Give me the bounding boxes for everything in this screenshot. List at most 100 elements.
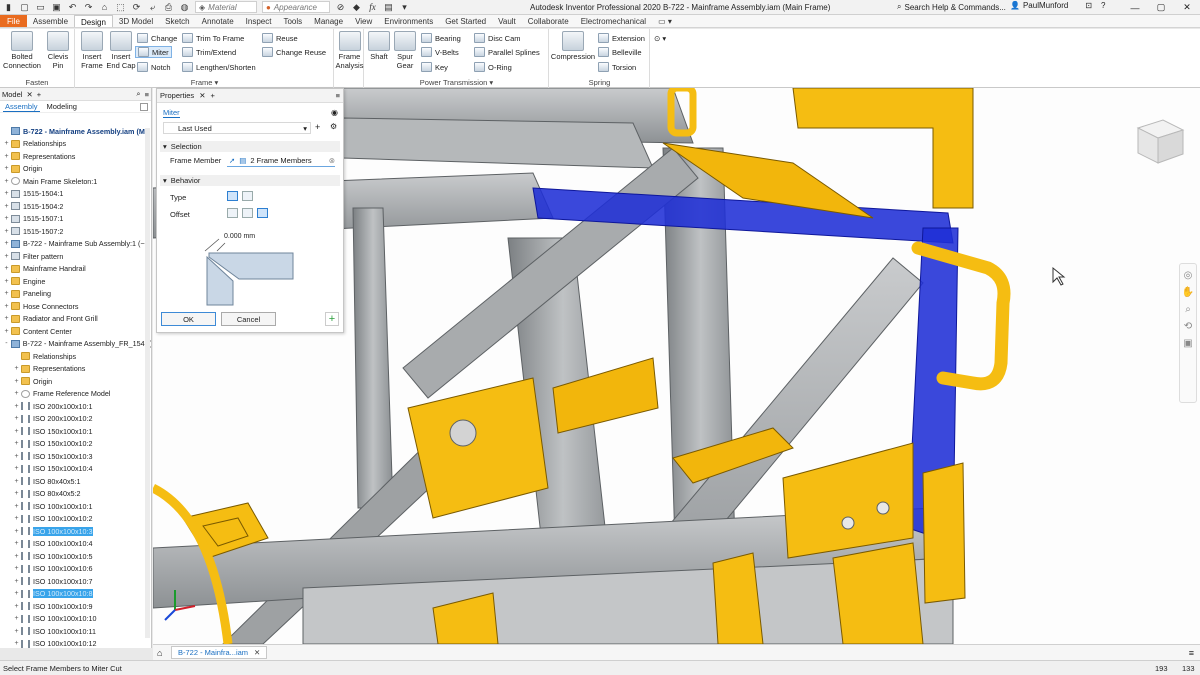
expand-icon[interactable]: + [13,540,20,547]
browser-tree-node[interactable]: + ISO 100x100x10:9 [0,600,151,613]
maximize-icon[interactable]: ▢ [1148,0,1174,15]
visibility-icon[interactable]: ◉ [331,108,338,117]
browser-tree-node[interactable]: + B-722 - Mainframe Sub Assembly:1 (~1 [0,238,151,251]
browser-folder-node[interactable]: + Relationships [0,138,151,151]
expand-icon[interactable]: + [13,415,20,422]
browser-folder-node[interactable]: + Origin [0,163,151,176]
browser-tree-node[interactable]: - B-722 - Mainframe Assembly_FR_1549( [0,338,151,351]
browser-folder-node[interactable]: Relationships [0,350,151,363]
expand-icon[interactable]: + [13,528,20,535]
expand-icon[interactable]: + [13,603,20,610]
expand-icon[interactable]: + [13,503,20,510]
insert-end-cap-button[interactable]: Insert End Cap [106,31,136,70]
expand-icon[interactable]: + [13,428,20,435]
browser-tree-node[interactable]: + ISO 200x100x10:1 [0,400,151,413]
full-miter-icon[interactable] [227,191,238,201]
expand-icon[interactable]: + [3,290,10,297]
ribbon-options-button[interactable]: ⊙ ▾ [654,32,666,44]
expand-icon[interactable]: + [13,453,20,460]
expand-icon[interactable]: + [13,378,20,385]
home-icon[interactable]: ⌂ [99,2,110,13]
expand-icon[interactable]: + [13,403,20,410]
browser-tree-node[interactable]: + ISO 100x100x10:10 [0,613,151,626]
browser-tree-node[interactable]: + ISO 100x100x10:5 [0,550,151,563]
steering-wheel-icon[interactable]: ◎ [1184,270,1193,281]
open-icon[interactable]: ▭ [35,2,46,13]
browser-folder-node[interactable]: + Representations [0,363,151,376]
expand-icon[interactable]: + [3,315,10,322]
miter-button[interactable]: Miter [135,46,172,58]
tab-file[interactable]: File [0,15,27,27]
browser-tree-node[interactable]: +1515-1507:2 [0,225,151,238]
expand-icon[interactable]: + [13,578,20,585]
browser-tree-node[interactable]: + ISO 100x100x10:12 [0,638,151,651]
expand-icon[interactable]: + [3,153,10,160]
browser-tree-node[interactable]: + ISO 100x100x10:11 [0,625,151,638]
bisect-miter-icon[interactable] [242,191,253,201]
tab-inspect[interactable]: Inspect [240,15,278,27]
browser-folder-node[interactable]: + Content Center [0,325,151,338]
properties-menu-icon[interactable]: ≡ [336,91,340,100]
ilogic-icon[interactable]: ▤ [383,2,394,13]
tab-electromechanical[interactable]: Electromechanical [575,15,652,27]
app-menu-icon[interactable]: ▮ [3,2,14,13]
browser-tree-node[interactable]: +1515-1504:2 [0,200,151,213]
tab-environments[interactable]: Environments [378,15,439,27]
tab-view[interactable]: View [349,15,378,27]
expand-icon[interactable]: + [3,215,10,222]
browser-folder-node[interactable]: + Radiator and Front Grill [0,313,151,326]
change-reuse-button[interactable]: Change Reuse [262,46,326,58]
browser-tree-node[interactable]: + ISO 80x40x5:1 [0,475,151,488]
minimize-icon[interactable]: — [1122,0,1148,15]
help-icon[interactable]: ? [1101,1,1105,10]
expand-icon[interactable]: + [13,628,20,635]
expand-icon[interactable]: + [13,640,20,647]
browser-tree-node[interactable]: + Main Frame Skeleton:1 [0,175,151,188]
undo-icon[interactable]: ↶ [67,2,78,13]
add-preset-icon[interactable]: + [315,122,320,132]
expand-icon[interactable]: + [13,553,20,560]
compression-button[interactable]: Compression [551,31,595,61]
browser-tree-node[interactable]: + Filter pattern [0,250,151,263]
browser-filter-icon[interactable] [140,102,148,111]
document-tab[interactable]: B-722 - Mainfra...iam ✕ [171,646,268,659]
browser-tree-node[interactable]: +1515-1507:1 [0,213,151,226]
return-icon[interactable]: ⤶ [147,2,158,13]
expand-icon[interactable]: + [13,515,20,522]
reuse-button[interactable]: Reuse [262,32,298,44]
offset-symmetric-icon[interactable] [257,208,268,218]
update-icon[interactable]: ⟳ [131,2,142,13]
spur-gear-button[interactable]: Spur Gear [393,31,417,70]
browser-tree-node[interactable]: + Frame Reference Model [0,388,151,401]
ribbon-display-icon[interactable]: ▭ ▾ [652,15,678,27]
expand-icon[interactable]: + [13,565,20,572]
select-icon[interactable]: ⬚ [115,2,126,13]
bearing-button[interactable]: Bearing [421,32,461,44]
help-search[interactable]: ⌕ Search Help & Commands... [897,1,1006,13]
oring-button[interactable]: O-Ring [474,61,512,73]
power-transmission-panel-label[interactable]: Power Transmission ▾ [365,78,548,87]
preset-select[interactable]: Last Used ▾ [163,122,311,134]
tab-get-started[interactable]: Get Started [439,15,492,27]
browser-folder-node[interactable]: + Hose Connectors [0,300,151,313]
close-properties-icon[interactable]: ✕ [199,91,205,100]
browser-tree-node[interactable]: + ISO 100x100x10:6 [0,563,151,576]
tab-annotate[interactable]: Annotate [196,15,240,27]
change-button[interactable]: Change [137,32,177,44]
selection-section-header[interactable]: ▾ Selection [160,141,340,152]
browser-tree-node[interactable]: + ISO 150x100x10:4 [0,463,151,476]
customize-icon[interactable]: ▾ [399,2,410,13]
browser-folder-node[interactable]: + Representations [0,150,151,163]
browser-search-icon[interactable]: ⌕ [136,89,140,99]
expand-icon[interactable]: + [3,190,10,197]
expand-icon[interactable]: + [13,490,20,497]
material-select[interactable]: ◈ Material [195,1,257,13]
view-cube[interactable] [1136,119,1185,164]
expand-icon[interactable]: + [13,590,20,597]
parallel-splines-button[interactable]: Parallel Splines [474,46,540,58]
expand-icon[interactable]: + [3,178,10,185]
tab-modeling[interactable]: Modeling [45,102,79,111]
torsion-button[interactable]: Torsion [598,61,636,73]
extension-button[interactable]: Extension [598,32,645,44]
tab-assemble[interactable]: Assemble [27,15,74,27]
